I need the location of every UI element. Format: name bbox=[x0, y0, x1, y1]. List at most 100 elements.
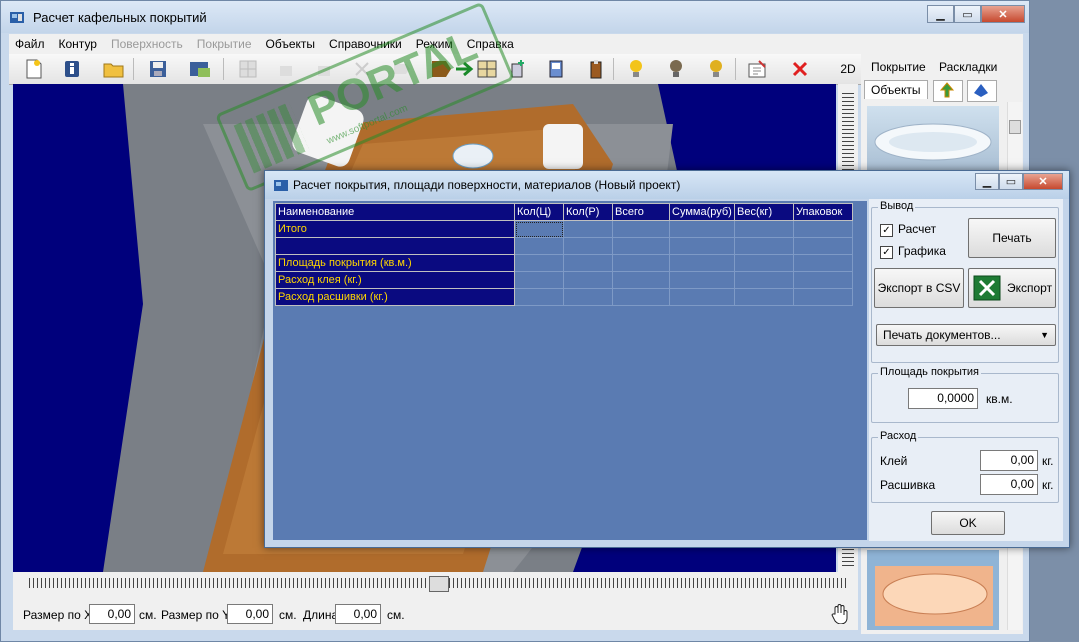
bathtub-preview-image[interactable] bbox=[867, 106, 999, 176]
grid-cell[interactable] bbox=[563, 288, 613, 306]
save-as-icon[interactable] bbox=[187, 57, 213, 81]
length-field[interactable]: 0,00 bbox=[335, 604, 381, 624]
light-on-icon[interactable] bbox=[623, 57, 649, 81]
graph-checkbox[interactable]: ✓ bbox=[880, 246, 893, 259]
grid-cell[interactable] bbox=[563, 254, 613, 272]
col-header-qty-r: Кол(Р) bbox=[563, 203, 613, 221]
grid-cell[interactable] bbox=[669, 237, 735, 255]
viewport-horizontal-ruler[interactable] bbox=[13, 572, 858, 600]
output-group-title: Вывод bbox=[878, 200, 916, 212]
minimize-button[interactable]: ▁ bbox=[927, 5, 954, 23]
row-label-glue: Расход клея (кг.) bbox=[275, 271, 515, 289]
light-dim-icon[interactable] bbox=[703, 57, 729, 81]
table-row bbox=[275, 237, 853, 255]
excel-icon bbox=[973, 275, 1001, 301]
menu-objects[interactable]: Объекты bbox=[266, 37, 316, 51]
dialog-title: Расчет покрытия, площади поверхности, ма… bbox=[293, 178, 681, 192]
pan-hand-icon[interactable] bbox=[831, 604, 849, 627]
area-group-title: Площадь покрытия bbox=[878, 366, 981, 378]
area-field[interactable]: 0,0000 bbox=[908, 388, 978, 409]
app-icon bbox=[10, 12, 24, 23]
col-header-name: Наименование bbox=[275, 203, 515, 221]
size-x-field[interactable]: 0,00 bbox=[89, 604, 135, 624]
delete-icon[interactable] bbox=[787, 57, 813, 81]
upload-icon[interactable] bbox=[933, 80, 963, 102]
ok-button[interactable]: OK bbox=[931, 511, 1005, 535]
grid-cell[interactable] bbox=[563, 237, 613, 255]
grid-cell[interactable] bbox=[514, 288, 564, 306]
light-off-icon[interactable] bbox=[663, 57, 689, 81]
col-header-sum: Сумма(руб) bbox=[669, 203, 735, 221]
tab-objects[interactable]: Объекты bbox=[864, 80, 928, 99]
save-icon[interactable] bbox=[145, 57, 171, 81]
menu-contour[interactable]: Контур bbox=[59, 37, 97, 51]
grid-cell[interactable] bbox=[514, 271, 564, 289]
grid-cell[interactable] bbox=[669, 220, 735, 238]
grid-cell[interactable] bbox=[612, 254, 670, 272]
grid-cell[interactable] bbox=[563, 271, 613, 289]
export-excel-button[interactable]: Экспорт bbox=[968, 268, 1056, 308]
grid-cell[interactable] bbox=[669, 254, 735, 272]
grid-cell[interactable] bbox=[734, 237, 794, 255]
size-x-label: Размер по X bbox=[23, 608, 93, 622]
grid-cell[interactable] bbox=[734, 288, 794, 306]
grid-cell[interactable] bbox=[793, 271, 853, 289]
print-button[interactable]: Печать bbox=[968, 218, 1056, 258]
grid-cell[interactable] bbox=[669, 288, 735, 306]
output-group: Вывод ✓ Расчет ✓ Графика Печать Экспорт … bbox=[871, 200, 1059, 363]
size-y-label: Размер по Y bbox=[161, 608, 231, 622]
grid-cell[interactable] bbox=[563, 220, 613, 238]
dialog-close-button[interactable]: ✕ bbox=[1023, 173, 1063, 190]
mode-2d-button[interactable]: 2D bbox=[835, 59, 861, 79]
print-documents-value: Печать документов... bbox=[883, 328, 1001, 342]
grid-cell[interactable] bbox=[734, 220, 794, 238]
grid-cell[interactable] bbox=[514, 254, 564, 272]
grid-cell[interactable] bbox=[734, 271, 794, 289]
calc-checkbox-label: Расчет bbox=[898, 222, 937, 236]
results-grid[interactable]: Наименование Кол(Ц) Кол(Р) Всего Сумма(р… bbox=[273, 201, 867, 540]
consumption-group-title: Расход bbox=[878, 430, 919, 442]
menu-surface: Поверхность bbox=[110, 37, 183, 51]
ruler-slider-thumb[interactable] bbox=[429, 576, 449, 592]
menu-bar: Файл Контур Поверхность Покрытие Объекты… bbox=[9, 34, 1023, 54]
grid-cell[interactable] bbox=[612, 271, 670, 289]
tab-layouts[interactable]: Раскладки bbox=[939, 60, 997, 74]
grid-cell[interactable] bbox=[612, 237, 670, 255]
export-csv-button[interactable]: Экспорт в CSV bbox=[874, 268, 964, 308]
tab-coverage[interactable]: Покрытие bbox=[871, 60, 926, 74]
grid-cell[interactable] bbox=[793, 237, 853, 255]
grid-cell[interactable] bbox=[793, 220, 853, 238]
size-y-field[interactable]: 0,00 bbox=[227, 604, 273, 624]
corner-bath-preview-image[interactable] bbox=[867, 550, 999, 630]
grid-cell[interactable] bbox=[514, 237, 564, 255]
maximize-button[interactable]: ▭ bbox=[954, 5, 981, 23]
print-documents-select[interactable]: Печать документов... ▼ bbox=[876, 324, 1056, 346]
row-label-empty bbox=[275, 237, 515, 255]
open-folder-icon[interactable] bbox=[101, 57, 127, 81]
calc-checkbox[interactable]: ✓ bbox=[880, 224, 893, 237]
calculate-icon[interactable] bbox=[745, 57, 771, 81]
col-header-weight: Вес(кг) bbox=[734, 203, 794, 221]
library-icon[interactable] bbox=[967, 80, 997, 102]
grid-cell[interactable] bbox=[669, 271, 735, 289]
grid-cell[interactable] bbox=[793, 254, 853, 272]
new-file-icon[interactable] bbox=[21, 57, 47, 81]
grid-cell[interactable] bbox=[793, 288, 853, 306]
dialog-maximize-button[interactable]: ▭ bbox=[999, 173, 1023, 190]
size-y-unit: см. bbox=[279, 608, 297, 622]
close-button[interactable]: ✕ bbox=[981, 5, 1025, 23]
info-icon[interactable] bbox=[59, 57, 85, 81]
grid-cell[interactable] bbox=[612, 288, 670, 306]
door-icon[interactable] bbox=[543, 57, 569, 81]
glue-field[interactable]: 0,00 bbox=[980, 450, 1038, 471]
cabinet-icon[interactable] bbox=[583, 57, 609, 81]
grout-field[interactable]: 0,00 bbox=[980, 474, 1038, 495]
dialog-minimize-button[interactable]: ▁ bbox=[975, 173, 999, 190]
grid-cell[interactable] bbox=[612, 220, 670, 238]
dialog-app-icon bbox=[274, 180, 288, 191]
grid-cell[interactable] bbox=[514, 220, 564, 238]
length-unit: см. bbox=[387, 608, 405, 622]
grid-cell[interactable] bbox=[734, 254, 794, 272]
grout-label: Расшивка bbox=[880, 478, 936, 492]
menu-file[interactable]: Файл bbox=[15, 37, 45, 51]
